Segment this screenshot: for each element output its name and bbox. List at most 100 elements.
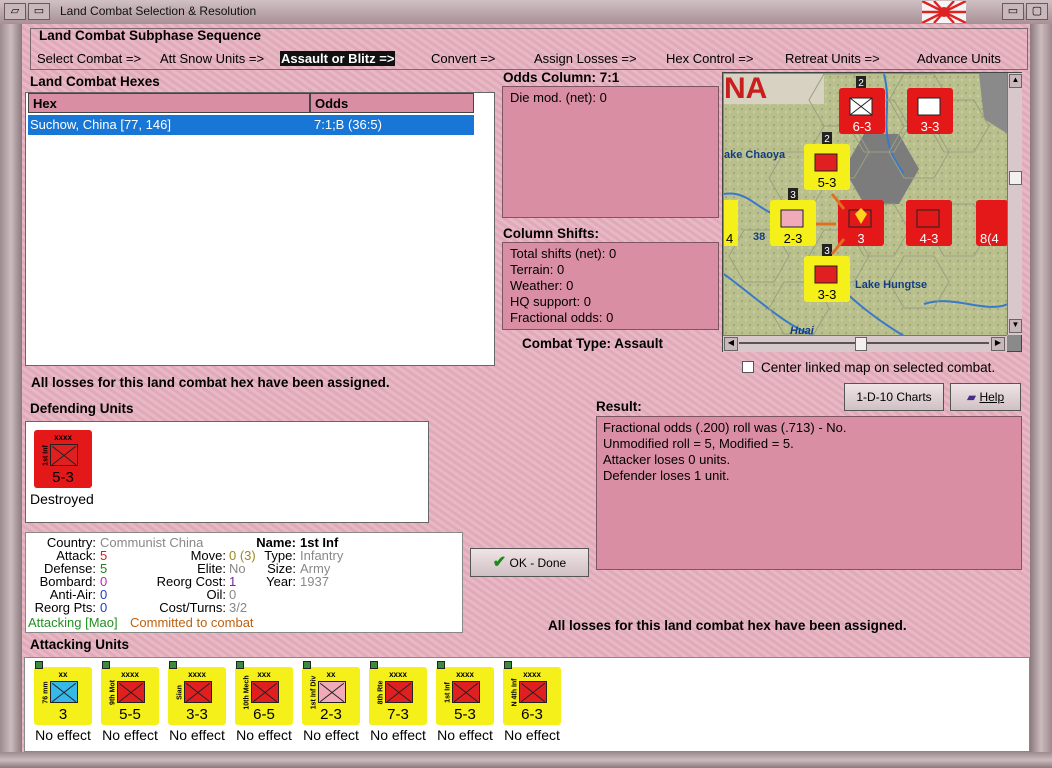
- combat-type: Combat Type: Assault: [522, 336, 664, 351]
- map-hscrollbar[interactable]: ◀ ▶: [723, 335, 1007, 352]
- subphase-sequence: Land Combat Subphase Sequence Select Com…: [30, 28, 1028, 70]
- map-unit-right-edge[interactable]: 8(4: [976, 200, 1008, 246]
- ok-done-label: OK - Done: [509, 556, 567, 570]
- map-unit-strength: 3: [857, 231, 864, 246]
- defending-units-label: Defending Units: [30, 401, 134, 416]
- unit-effect: No effect: [102, 727, 158, 743]
- hex-table[interactable]: Hex Odds Suchow, China [77, 146] 7:1;B (…: [25, 92, 495, 366]
- year-label: Year:: [266, 574, 296, 589]
- odds-box: Die mod. (net): 0: [502, 86, 719, 218]
- system-menu-icon[interactable]: ▱: [4, 3, 26, 20]
- map-label-na: NA: [724, 74, 767, 105]
- shift-hq-support: HQ support: 0: [510, 294, 591, 309]
- hex-cell: Suchow, China [77, 146]: [30, 117, 171, 132]
- restore-icon[interactable]: ▭: [28, 3, 50, 20]
- step-assign-losses: Assign Losses =>: [534, 51, 637, 66]
- unit-strength: 6-5: [253, 706, 275, 723]
- map-canvas[interactable]: NA ake Chaoya Lake Hungtse Huai 38 6-3 2…: [724, 74, 1008, 336]
- scroll-up-icon[interactable]: ▲: [1009, 74, 1022, 88]
- losses-message: All losses for this land combat hex have…: [31, 375, 390, 390]
- attacking-unit-76mm[interactable]: xx 76 mm 3: [34, 667, 92, 725]
- mechanized-symbol-icon: [251, 681, 279, 703]
- committed-status: Committed to combat: [130, 615, 254, 630]
- map-vscrollbar[interactable]: ▲ ▼: [1007, 73, 1022, 335]
- minimize-icon[interactable]: ▭: [1002, 3, 1024, 20]
- result-line-1: Fractional odds (.200) roll was (.713) -…: [603, 420, 847, 435]
- maximize-icon[interactable]: ▢: [1026, 3, 1048, 20]
- unit-effect: No effect: [169, 727, 225, 743]
- infantry-symbol-icon: [452, 681, 480, 703]
- unit-effect: No effect: [370, 727, 426, 743]
- attacking-unit-10th-mech[interactable]: xxx 10th Mech 6-5: [235, 667, 293, 725]
- scroll-down-icon[interactable]: ▼: [1009, 319, 1022, 333]
- result-line-3: Attacker loses 0 units.: [603, 452, 731, 467]
- defending-unit[interactable]: xxxx 1st Inf 5-3: [34, 430, 92, 488]
- odds-cell: 7:1;B (36:5): [314, 117, 382, 132]
- checkmark-icon: ✔: [492, 554, 507, 571]
- hscroll-thumb[interactable]: [855, 337, 867, 351]
- result-title: Result:: [596, 399, 642, 414]
- unit-effect: No effect: [35, 727, 91, 743]
- title-bar[interactable]: ▱ ▭ Land Combat Selection & Resolution ▭…: [0, 0, 1052, 25]
- unit-strength: 5-5: [119, 706, 141, 723]
- help-label: Help: [979, 390, 1005, 404]
- unit-strength: 6-3: [521, 706, 543, 723]
- die-mod: Die mod. (net): 0: [510, 90, 607, 105]
- unit-strength: 3-3: [186, 706, 208, 723]
- map-unit-strength: 8(4: [980, 231, 999, 246]
- ok-done-button[interactable]: ✔ OK - Done: [470, 548, 589, 577]
- help-button[interactable]: ▰ Help: [950, 383, 1021, 411]
- scroll-left-icon[interactable]: ◀: [724, 337, 738, 351]
- map-stack-count: 2: [858, 78, 864, 89]
- map-unit-3-3[interactable]: 3-3: [907, 88, 953, 134]
- cost-turns-value: 3/2: [229, 600, 248, 615]
- map-unit-left-edge[interactable]: 4: [724, 200, 738, 246]
- odds-column-title: Odds Column: 7:1: [503, 70, 620, 85]
- map-label-38: 38: [753, 231, 765, 243]
- map-stack-count: 3: [824, 246, 830, 257]
- result-box: Fractional odds (.200) roll was (.713) -…: [596, 416, 1022, 570]
- step-att-snow-units: Att Snow Units =>: [160, 51, 265, 66]
- col-hex-header[interactable]: Hex: [28, 93, 310, 113]
- help-book-icon: ▰: [966, 390, 977, 404]
- attacking-unit-9th-mot[interactable]: xxxx 9th Mot 5-5: [101, 667, 159, 725]
- unit-strength: 7-3: [387, 706, 409, 723]
- unit-strength: 3: [58, 706, 68, 723]
- attacking-unit-1st-inf-div[interactable]: xx 1st Inf Div 2-3: [302, 667, 360, 725]
- map-unit-suchow-defender[interactable]: 3: [838, 200, 884, 246]
- vscroll-thumb[interactable]: [1009, 171, 1022, 185]
- step-advance-units: Advance Units: [917, 51, 1001, 66]
- unit-strength: 2-3: [320, 706, 342, 723]
- linked-map[interactable]: NA ake Chaoya Lake Hungtse Huai 38 6-3 2…: [722, 72, 1022, 352]
- reorg-pts-value: 0: [100, 600, 108, 615]
- rising-sun-flag-icon: [922, 1, 966, 23]
- artillery-symbol-icon: [50, 681, 78, 703]
- table-row[interactable]: Suchow, China [77, 146] 7:1;B (36:5): [28, 115, 474, 135]
- map-unit-strength: 2-3: [784, 231, 803, 246]
- left-border: [0, 24, 22, 768]
- col-odds-header[interactable]: Odds: [310, 93, 474, 113]
- unit-effect: No effect: [303, 727, 359, 743]
- map-unit-4-3[interactable]: 4-3: [906, 200, 952, 246]
- map-label-lake-chaoya: ake Chaoya: [724, 149, 786, 161]
- charts-button[interactable]: 1-D-10 Charts: [844, 383, 944, 411]
- attacking-unit-n-4th-inf[interactable]: xxxx N 4th Inf 6-3: [503, 667, 561, 725]
- attacking-unit-8th-rte[interactable]: xxxx 8th Rte 7-3: [369, 667, 427, 725]
- scroll-right-icon[interactable]: ▶: [991, 337, 1005, 351]
- unit-strength: 5-3: [454, 706, 476, 723]
- unit-effect: No effect: [236, 727, 292, 743]
- shift-weather: Weather: 0: [510, 278, 574, 293]
- attacking-unit-1st-inf[interactable]: xxxx 1st Inf 5-3: [436, 667, 494, 725]
- center-map-checkbox[interactable]: [742, 361, 754, 373]
- reorg-pts-label: Reorg Pts:: [34, 600, 96, 615]
- column-shifts-box: Total shifts (net): 0 Terrain: 0 Weather…: [502, 242, 719, 330]
- column-shifts-title: Column Shifts:: [503, 226, 599, 241]
- attacking-units-box[interactable]: xx 76 mm 3 No effect xxxx 9th Mot 5-5 No…: [24, 657, 1030, 752]
- step-select-combat: Select Combat =>: [37, 51, 142, 66]
- step-retreat-units: Retreat Units =>: [785, 51, 880, 66]
- defending-units-box[interactable]: xxxx 1st Inf 5-3 Destroyed: [25, 421, 429, 523]
- attacking-unit-sian[interactable]: xxxx Sian 3-3: [168, 667, 226, 725]
- result-line-4: Defender loses 1 unit.: [603, 468, 730, 483]
- defending-unit-status: Destroyed: [30, 491, 94, 507]
- center-map-label: Center linked map on selected combat.: [761, 360, 996, 375]
